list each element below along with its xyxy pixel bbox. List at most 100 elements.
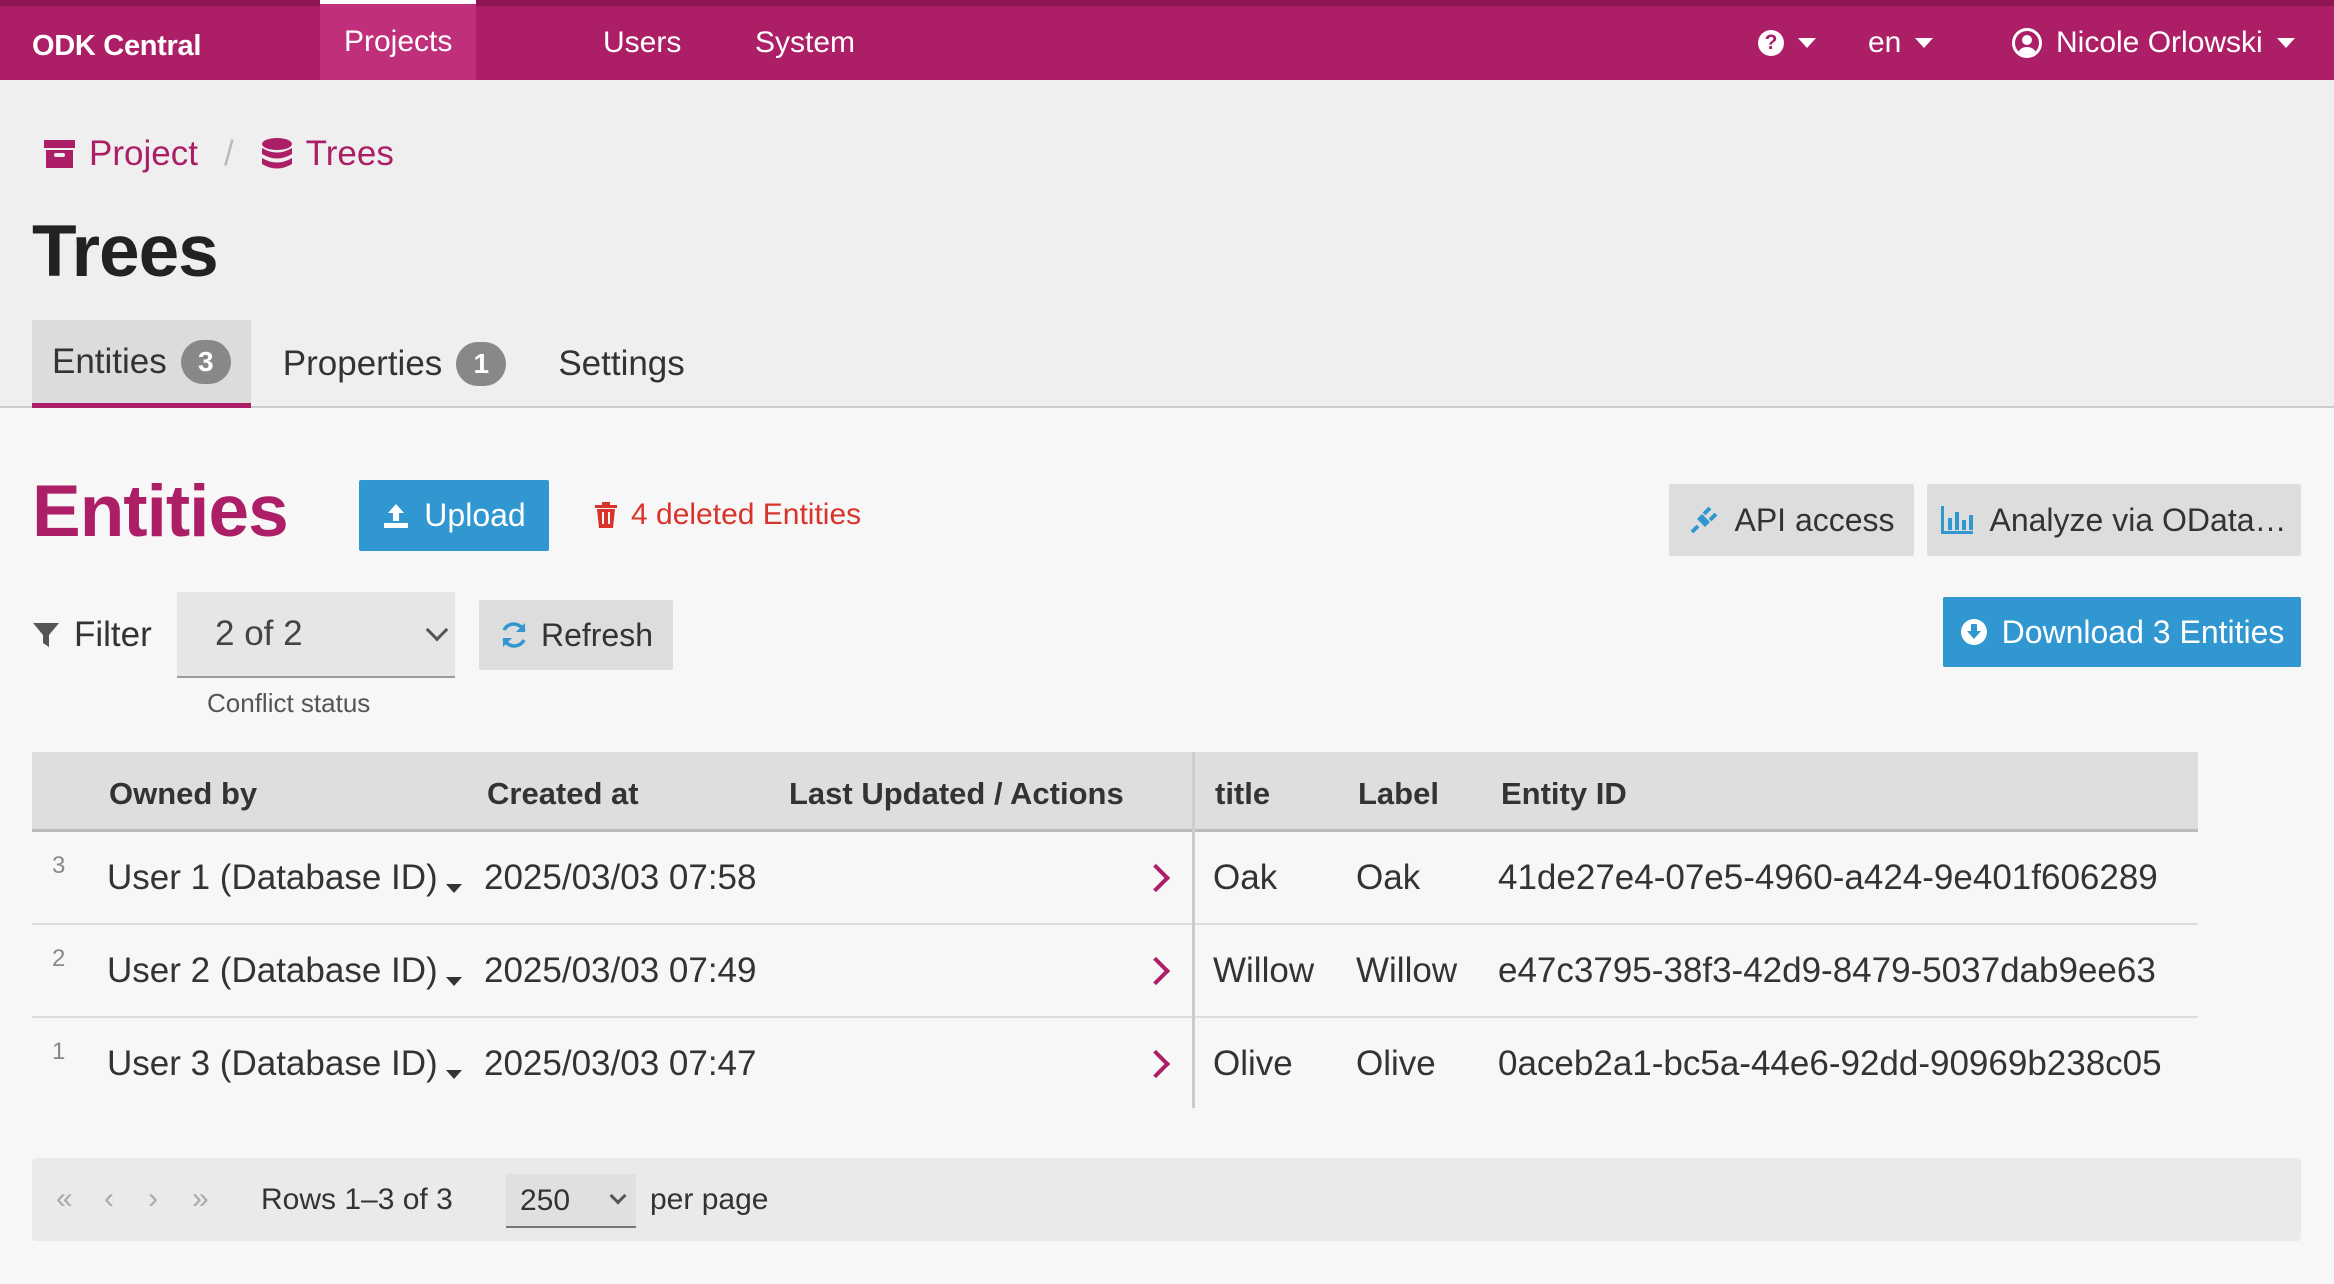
column-header-updated: Last Updated / Actions [789,776,1124,811]
owner-dropdown[interactable]: User 2 (Database ID) [107,951,462,991]
help-menu[interactable]: ? [1758,6,1816,80]
tab-properties[interactable]: Properties 1 [263,320,527,408]
count-badge: 3 [180,339,231,384]
breadcrumb-project[interactable]: Project [89,134,198,174]
entity-title: Oak [1213,858,1278,897]
next-page-icon[interactable]: › [148,1182,158,1216]
breadcrumb-separator: / [223,134,234,173]
caret-down-icon [445,884,462,893]
chevron-down-icon [1798,38,1816,48]
api-access-label: API access [1734,501,1895,538]
conflict-status-select[interactable]: 2 of 2 [177,592,455,678]
created-at: 2025/03/03 07:58 [484,858,757,897]
language-menu[interactable]: en [1868,6,1934,80]
column-header-created: Created at [487,776,639,811]
nav-projects[interactable]: Projects [320,0,477,80]
entities-table: Owned by Created at Last Updated / Actio… [32,752,2198,1111]
table-row[interactable]: 1 User 3 (Database ID) 2025/03/03 07:47 … [32,1018,2198,1111]
plug-icon [1691,506,1718,534]
tab-bar: Entities 3 Properties 1 Settings [32,320,717,408]
entity-label: Willow [1356,951,1458,990]
download-icon [1960,619,1987,645]
tab-label: Settings [558,344,685,383]
rows-count-label: Rows 1–3 of 3 [261,1183,453,1216]
chevron-right-icon[interactable] [1141,956,1171,986]
filter-label-group: Filter [32,615,152,655]
download-entities-button[interactable]: Download 3 Entities [1943,597,2301,667]
page-title: Trees [32,211,219,292]
database-icon [261,138,292,169]
table-row[interactable]: 3 User 1 (Database ID) 2025/03/03 07:58 … [32,832,2198,925]
owner-dropdown[interactable]: User 1 (Database ID) [107,858,462,898]
analyze-odata-button[interactable]: Analyze via OData… [1927,484,2301,556]
upload-icon [384,503,409,528]
deleted-entities-link[interactable]: 4 deleted Entities [595,498,861,532]
archive-icon [44,140,75,168]
refresh-icon [502,622,526,648]
api-access-button[interactable]: API access [1669,484,1914,556]
caret-down-icon [445,1070,462,1079]
owner-name: User 1 (Database ID) [107,858,438,897]
entity-id: e47c3795-38f3-42d9-8479-5037dab9ee63 [1498,951,2156,990]
filter-icon [33,623,59,647]
tab-label: Entities [52,341,167,381]
section-title: Entities [32,471,289,552]
entity-title: Olive [1213,1044,1293,1083]
table-row[interactable]: 2 User 2 (Database ID) 2025/03/03 07:49 … [32,925,2198,1018]
owner-dropdown[interactable]: User 3 (Database ID) [107,1044,462,1084]
chevron-down-icon [1915,38,1934,48]
column-header-owner: Owned by [109,776,258,811]
last-page-icon[interactable]: » [192,1182,209,1216]
chevron-down-icon [425,618,449,642]
chevron-down-icon [2276,38,2295,48]
count-badge: 1 [456,342,507,386]
tab-entities[interactable]: Entities 3 [32,320,251,408]
row-number: 2 [52,945,66,972]
entity-id: 41de27e4-07e5-4960-a424-9e401f606289 [1498,858,2158,897]
nav-system[interactable]: System [755,6,855,80]
user-icon [2012,28,2042,58]
column-header-entity-id: Entity ID [1501,776,1627,811]
trash-icon [595,502,617,528]
per-page-value: 250 [520,1184,571,1217]
pagination-bar: « ‹ › » Rows 1–3 of 3 250 per page [32,1158,2301,1241]
caret-down-icon [445,977,462,986]
user-name: Nicole Orlowski [2056,26,2263,59]
navbar: ODK Central Projects Users System ? en N… [0,0,2334,80]
nav-users[interactable]: Users [603,6,681,80]
download-entities-label: Download 3 Entities [2001,613,2285,650]
analyze-odata-label: Analyze via OData… [1989,501,2287,538]
table-header: Owned by Created at Last Updated / Actio… [32,752,2198,832]
row-number: 3 [52,852,66,879]
per-page-select[interactable]: 250 [506,1174,636,1228]
bar-chart-icon [1941,506,1974,534]
brand-logo[interactable]: ODK Central [32,30,201,63]
refresh-button[interactable]: Refresh [479,600,673,670]
help-icon: ? [1758,30,1784,56]
previous-page-icon[interactable]: ‹ [104,1182,114,1216]
entity-title: Willow [1213,951,1315,990]
chevron-right-icon[interactable] [1141,863,1171,893]
entity-id: 0aceb2a1-bc5a-44e6-92dd-90969b238c05 [1498,1044,2162,1083]
created-at: 2025/03/03 07:49 [484,951,757,990]
created-at: 2025/03/03 07:47 [484,1044,757,1083]
user-menu[interactable]: Nicole Orlowski [2012,6,2295,80]
refresh-label: Refresh [540,616,654,653]
row-number: 1 [52,1038,66,1065]
upload-label: Upload [424,497,526,533]
conflict-status-value: 2 of 2 [215,614,303,653]
filter-label: Filter [74,615,152,654]
column-header-title: title [1215,776,1271,811]
breadcrumb-dataset[interactable]: Trees [306,134,394,174]
entity-label: Oak [1356,858,1421,897]
owner-name: User 3 (Database ID) [107,1044,438,1083]
owner-name: User 2 (Database ID) [107,951,438,990]
conflict-status-help: Conflict status [207,688,371,718]
first-page-icon[interactable]: « [56,1182,73,1216]
tab-settings[interactable]: Settings [538,320,704,408]
page-header: Project / Trees Trees Entities 3 Propert… [0,80,2334,408]
breadcrumb: Project / Trees [44,134,394,174]
upload-button[interactable]: Upload [359,480,549,551]
chevron-right-icon[interactable] [1141,1049,1171,1079]
column-divider [1192,752,1195,1108]
